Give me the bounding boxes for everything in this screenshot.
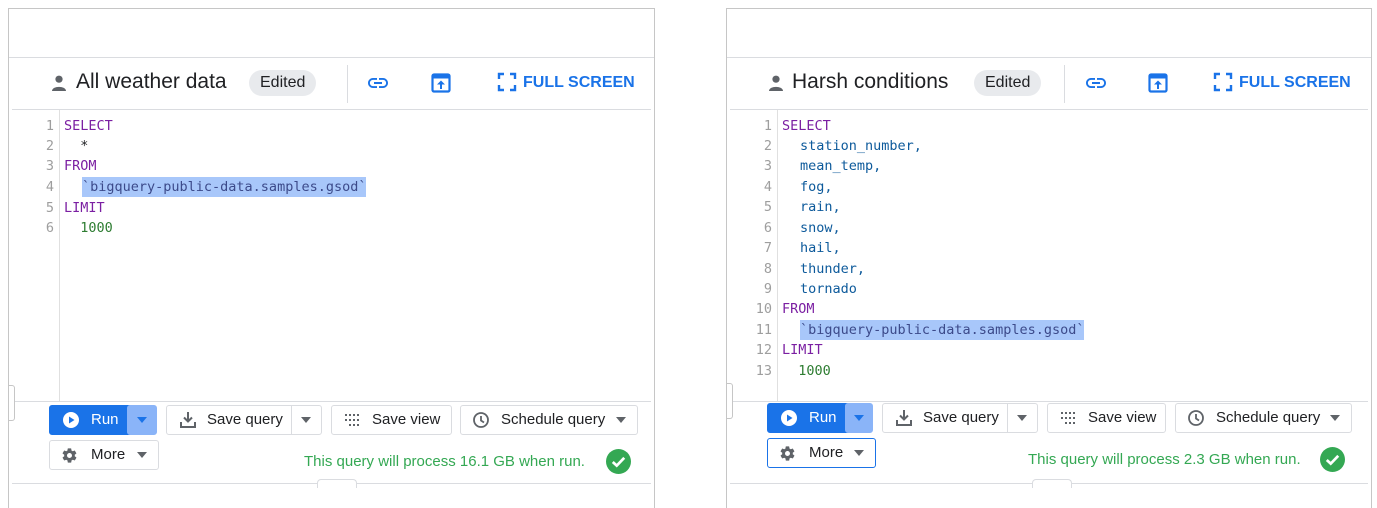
- open-in-new-icon[interactable]: [429, 71, 453, 95]
- results-resize-tab[interactable]: [317, 479, 357, 488]
- results-resize-tab[interactable]: [1032, 479, 1072, 488]
- run-button[interactable]: Run: [49, 405, 135, 435]
- chevron-down-icon: [854, 450, 864, 456]
- header-divider: [347, 65, 348, 103]
- fullscreen-icon: [497, 72, 517, 92]
- editor-header: Harsh conditions Edited FULL SCREEN: [730, 57, 1368, 110]
- edited-badge: Edited: [249, 70, 317, 96]
- schedule-query-label: Schedule query: [501, 411, 606, 428]
- chevron-down-icon[interactable]: [1017, 415, 1027, 421]
- person-icon: [769, 75, 783, 91]
- table-reference: `bigquery-public-data.samples.gsod`: [82, 177, 367, 197]
- check-circle-icon: [606, 449, 631, 474]
- fullscreen-icon: [1213, 72, 1233, 92]
- save-query-label: Save query: [207, 411, 283, 428]
- save-view-button[interactable]: Save view: [1047, 403, 1166, 433]
- run-button[interactable]: Run: [767, 403, 853, 433]
- query-title: All weather data: [76, 70, 227, 93]
- more-label: More: [91, 446, 126, 463]
- check-circle-icon: [1320, 447, 1345, 472]
- chevron-down-icon: [1330, 415, 1340, 421]
- status-text: This query will process 2.3 GB when run.: [1028, 451, 1301, 468]
- gear-icon: [62, 448, 77, 463]
- more-button[interactable]: More: [49, 440, 159, 470]
- clock-icon: [1188, 410, 1204, 426]
- run-dropdown-button[interactable]: [127, 405, 157, 435]
- save-query-button[interactable]: Save query: [882, 403, 1038, 433]
- header-divider: [1064, 65, 1065, 103]
- status-text: This query will process 16.1 GB when run…: [304, 453, 585, 470]
- more-button[interactable]: More: [767, 438, 876, 468]
- query-editor-panel-left: All weather data Edited FULL SCREEN 1 SEL…: [8, 8, 655, 508]
- fullscreen-label: FULL SCREEN: [523, 74, 635, 91]
- download-icon: [180, 412, 196, 428]
- run-label: Run: [809, 409, 837, 426]
- chevron-down-icon[interactable]: [301, 417, 311, 423]
- open-in-new-icon[interactable]: [1146, 71, 1170, 95]
- save-view-label: Save view: [1088, 409, 1157, 426]
- editor-header: All weather data Edited FULL SCREEN: [12, 57, 651, 110]
- schedule-query-label: Schedule query: [1216, 409, 1321, 426]
- chevron-down-icon: [137, 452, 147, 458]
- run-label: Run: [91, 411, 119, 428]
- more-label: More: [809, 444, 844, 461]
- panel-top-strip: [9, 9, 654, 58]
- chevron-down-icon: [616, 417, 626, 423]
- resize-handle[interactable]: [9, 385, 15, 421]
- link-icon[interactable]: [366, 71, 390, 95]
- download-icon: [896, 410, 912, 426]
- table-reference: `bigquery-public-data.samples.gsod`: [800, 320, 1085, 340]
- code-editor[interactable]: 1 SELECT 2 station_number, 3 mean_temp, 4 fo…: [730, 110, 1368, 402]
- save-view-button[interactable]: Save view: [331, 405, 452, 435]
- clock-icon: [473, 412, 489, 428]
- play-icon: [63, 412, 79, 428]
- run-dropdown-button[interactable]: [845, 403, 873, 433]
- play-icon: [781, 410, 797, 426]
- grid-icon: [345, 414, 359, 426]
- fullscreen-button[interactable]: FULL SCREEN: [497, 71, 635, 95]
- chevron-down-icon: [137, 417, 147, 423]
- resize-handle[interactable]: [727, 383, 733, 419]
- grid-icon: [1061, 412, 1075, 424]
- schedule-query-button[interactable]: Schedule query: [460, 405, 638, 435]
- fullscreen-button[interactable]: FULL SCREEN: [1213, 71, 1351, 95]
- link-icon[interactable]: [1084, 71, 1108, 95]
- code-editor[interactable]: 1 SELECT 2 * 3 FROM 4 `bigquery-public-data…: [12, 110, 651, 402]
- query-title: Harsh conditions: [792, 70, 949, 93]
- edited-badge: Edited: [974, 70, 1042, 96]
- chevron-down-icon: [854, 415, 864, 421]
- gear-icon: [780, 446, 795, 461]
- query-editor-panel-right: Harsh conditions Edited FULL SCREEN 1 SEL…: [726, 8, 1372, 508]
- save-query-button[interactable]: Save query: [166, 405, 322, 435]
- panel-top-strip: [727, 9, 1371, 58]
- schedule-query-button[interactable]: Schedule query: [1175, 403, 1352, 433]
- person-icon: [52, 75, 66, 91]
- save-query-label: Save query: [923, 409, 999, 426]
- save-view-label: Save view: [372, 411, 441, 428]
- fullscreen-label: FULL SCREEN: [1239, 74, 1351, 91]
